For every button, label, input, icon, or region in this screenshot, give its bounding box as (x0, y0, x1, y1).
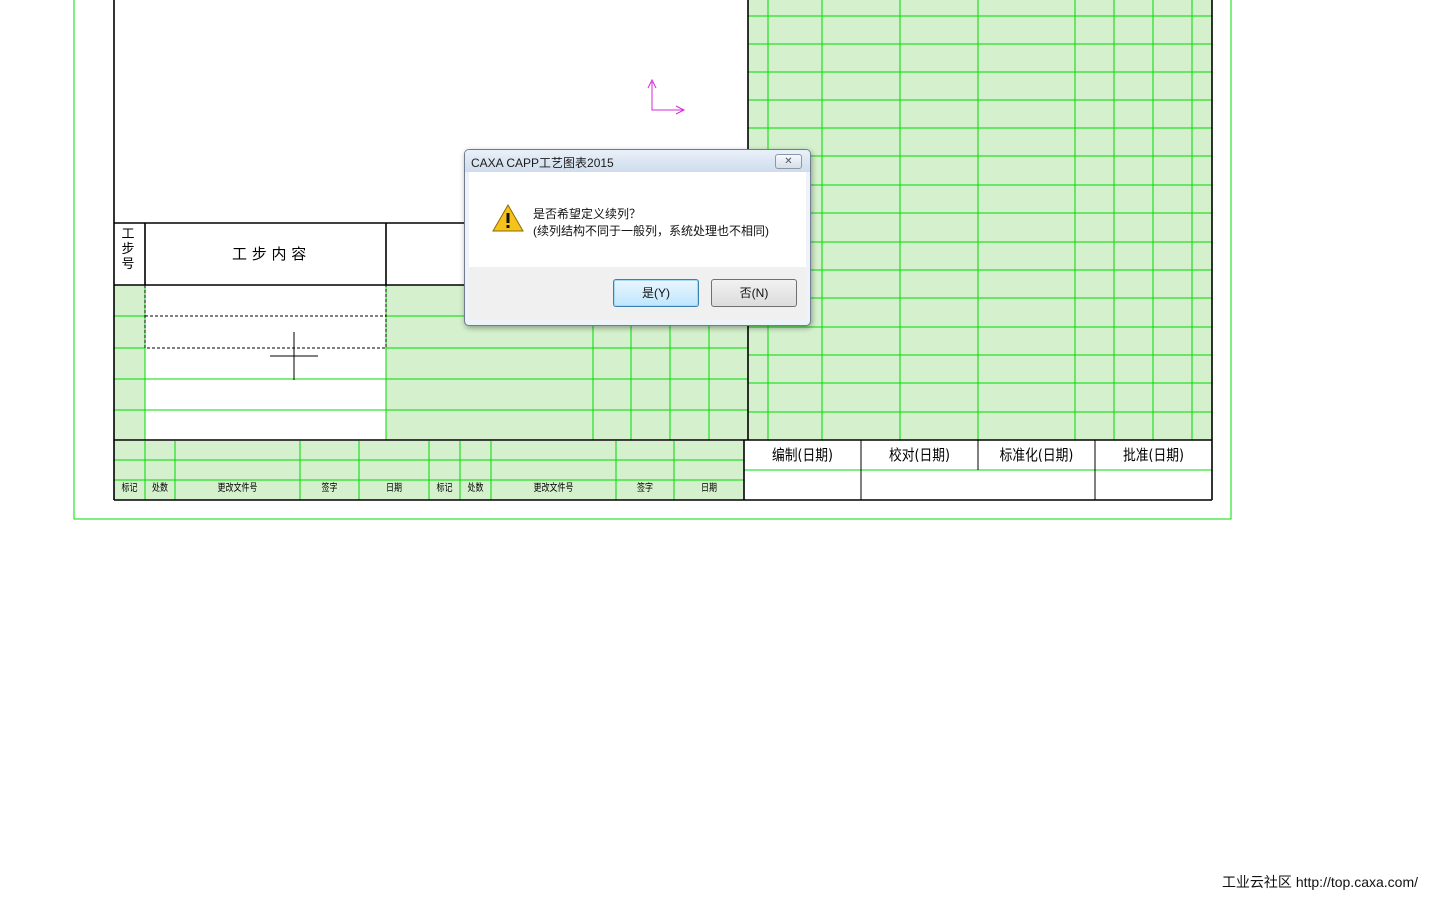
revision-label: 签字 (637, 483, 653, 494)
signoff-label: 编制(日期) (772, 446, 833, 464)
drawing-canvas[interactable] (0, 0, 1440, 900)
revision-label: 处数 (467, 483, 484, 494)
dialog-titlebar[interactable]: CAXA CAPP工艺图表2015 ✕ (465, 150, 810, 172)
revision-label: 更改文件号 (217, 483, 258, 494)
revision-label: 日期 (386, 483, 402, 494)
yes-button[interactable]: 是(Y) (613, 279, 699, 307)
ucs-axis-icon (647, 78, 686, 115)
warning-icon (492, 203, 524, 232)
step-content-cells (145, 285, 386, 440)
signoff-label: 标准化(日期) (999, 446, 1074, 464)
confirm-dialog[interactable]: CAXA CAPP工艺图表2015 ✕ 是否希望定义续列？ (续列结构不同于一般… (464, 149, 811, 326)
dialog-footer: 是(Y) 否(N) (469, 267, 806, 320)
step-no-header: 工步号 (121, 227, 135, 272)
dialog-message-line2: (续列结构不同于一般列，系统处理也不相同) (533, 224, 769, 238)
signoff-label: 批准(日期) (1123, 446, 1184, 464)
revision-label: 处数 (152, 483, 168, 494)
right-grid-fill (748, 0, 1212, 440)
dialog-title: CAXA CAPP工艺图表2015 (471, 156, 614, 170)
signoff-label: 校对(日期) (889, 446, 950, 464)
revision-label: 标记 (436, 483, 453, 494)
dialog-message-line1: 是否希望定义续列？ (533, 207, 642, 221)
step-content-header: 工 步 内 容 (232, 245, 307, 263)
revision-label: 签字 (321, 483, 338, 494)
revision-label: 日期 (701, 483, 717, 494)
revision-label: 标记 (121, 483, 138, 494)
revision-label: 更改文件号 (533, 483, 574, 494)
watermark-text: 工业云社区 http://top.caxa.com/ (1221, 874, 1418, 890)
dialog-body: 是否希望定义续列？ (续列结构不同于一般列，系统处理也不相同) (469, 172, 806, 267)
close-button[interactable]: ✕ (775, 154, 802, 169)
no-button[interactable]: 否(N) (711, 279, 797, 307)
